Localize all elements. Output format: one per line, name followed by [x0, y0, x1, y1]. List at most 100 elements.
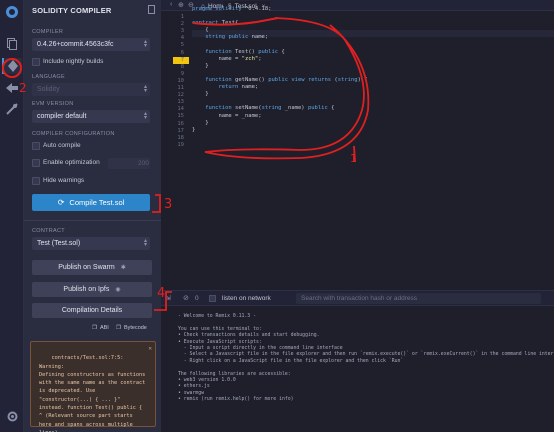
line-number: 5 [180, 42, 184, 49]
close-icon[interactable]: ✕ [148, 345, 152, 353]
line-number: 7 [180, 56, 184, 63]
compiler-version-value: 0.4.26+commit.4563c3fc [37, 41, 114, 48]
line-number: 3 [180, 28, 184, 35]
publish-ipfs-label: Publish on Ipfs [63, 286, 110, 293]
terminal-line: - Input a script directly in the command… [178, 346, 343, 351]
code-line: } [192, 91, 209, 98]
icon-rail [0, 0, 24, 432]
evm-version-label: EVM VERSION [32, 101, 74, 107]
line-number: 11 [177, 85, 184, 91]
terminal-output: - Welcome to Remix 0.11.3 - You can use t… [161, 306, 554, 432]
compilation-details-button[interactable]: Compilation Details [32, 303, 152, 318]
copy-icon: ❐ [92, 325, 97, 331]
warning-text: contracts/Test.sol:7:5: Warning: Definin… [39, 355, 146, 432]
chevron-updown-icon: ▴ ▾ [143, 39, 147, 49]
compilation-details-label: Compilation Details [61, 307, 123, 314]
listen-network-label: listen on network [222, 295, 271, 302]
line-number: 4 [180, 35, 184, 42]
chevron-left-icon[interactable]: ‹ [170, 1, 172, 8]
code-line: contract Test{ [192, 20, 239, 27]
include-nightly-label: Include nightly builds [43, 58, 104, 65]
optimization-runs-input[interactable]: 200 [108, 158, 150, 169]
code-editor[interactable]: pragma solidity ^0.4.18; contract Test{ {… [192, 6, 554, 281]
documentation-icon[interactable] [148, 5, 155, 14]
clear-console-icon[interactable]: ⊘ [183, 294, 189, 302]
chevron-updown-icon: ▴ ▾ [143, 111, 147, 121]
bytecode-label: Bytecode [123, 325, 147, 331]
listen-network-checkbox[interactable] [209, 295, 216, 302]
line-number-gutter: 1 2 3 4 5 6 7 8 9 10 11 12 13 14 15 16 17 18 19 [161, 11, 191, 281]
compile-button-label: Compile Test.sol [69, 198, 125, 207]
hide-warnings-label: Hide warnings [43, 177, 85, 184]
solidity-compiler-icon[interactable] [2, 58, 22, 74]
contract-value: Test (Test.sol) [37, 240, 81, 247]
language-select[interactable]: Solidity ▴ ▾ [32, 83, 150, 96]
code-line: { [192, 27, 209, 34]
zoom-in-icon[interactable]: ⊕ [178, 1, 184, 9]
auto-compile-label: Auto compile [43, 142, 81, 149]
code-line: } [192, 119, 209, 126]
debugger-icon[interactable] [4, 101, 20, 117]
include-nightly-checkbox[interactable] [32, 58, 40, 66]
line-number: 8 [180, 63, 184, 70]
terminal-search-input[interactable]: Search with transaction hash or address [296, 293, 541, 304]
refresh-icon: ⟳ [57, 198, 65, 207]
copy-bytecode-button[interactable]: ❐ Bytecode [116, 325, 147, 331]
divider [24, 220, 161, 221]
publish-ipfs-button[interactable]: Publish on Ipfs ◉ [32, 282, 152, 297]
line-number: 9 [180, 70, 184, 77]
code-line: return name; [218, 84, 259, 91]
terminal-line: - Right click on a JavaScript file in th… [178, 358, 404, 364]
copy-abi-button[interactable]: ❐ ABI [92, 325, 109, 331]
file-explorer-icon[interactable] [4, 36, 20, 52]
line-number: 12 [177, 92, 184, 99]
compiler-panel: SOLIDITY COMPILER COMPILER 0.4.26+commit… [24, 0, 161, 432]
line-number: 16 [177, 120, 184, 127]
line-number: 13 [177, 99, 184, 106]
enable-optimization-label: Enable optimization [43, 159, 100, 166]
line-number: 6 [180, 49, 184, 56]
code-line: name = _name; [192, 112, 262, 119]
evm-version-select[interactable]: compiler default ▴ ▾ [32, 110, 150, 123]
line-number: 19 [177, 141, 184, 148]
terminal-line: • Execute JavaScript scripts: [178, 339, 262, 345]
language-label: LANGUAGE [32, 74, 65, 80]
contract-select[interactable]: Test (Test.sol) ▴ ▾ [32, 237, 150, 250]
line-number: 1 [180, 14, 184, 20]
panel-title: SOLIDITY COMPILER [32, 6, 112, 15]
contract-label: CONTRACT [32, 228, 65, 234]
language-value: Solidity [37, 86, 60, 93]
line-number: 17 [177, 127, 184, 134]
code-line: string public name; [205, 34, 269, 41]
logo-icon[interactable] [4, 4, 20, 20]
line-number: 10 [177, 77, 184, 84]
code-line: name = "zch"; [192, 55, 262, 62]
compiler-version-select[interactable]: 0.4.26+commit.4563c3fc ▴ ▾ [32, 38, 150, 51]
hide-warnings-checkbox[interactable] [32, 177, 40, 185]
auto-compile-checkbox[interactable] [32, 142, 40, 150]
chevron-updown-icon: ▴ ▾ [143, 84, 147, 94]
code-line: } [192, 62, 209, 69]
settings-icon[interactable] [4, 408, 20, 424]
line-number: 14 [177, 106, 184, 113]
publish-swarm-button[interactable]: Publish on Swarm ✱ [32, 260, 152, 275]
terminal-line: • Check transactions details and start d… [178, 333, 320, 339]
code-line: } [192, 126, 196, 133]
terminal-line: • remix (run remix.help() for more info) [178, 397, 294, 403]
terminal-line: The following libraries are accessible: [178, 371, 291, 377]
terminal-line: You can use this terminal to: [178, 326, 262, 332]
line-number: 15 [177, 113, 184, 120]
deploy-icon[interactable] [4, 80, 20, 96]
chevron-updown-icon: ▴ ▾ [143, 238, 147, 248]
code-line: pragma solidity ^0.4.18; [192, 6, 272, 12]
compile-button[interactable]: ⟳ Compile Test.sol [32, 194, 150, 211]
terminal-line: • web3 version 1.0.0 [178, 378, 236, 383]
abi-label: ABI [99, 325, 109, 331]
terminal-line: • ethers.js [178, 384, 210, 390]
line-number: 18 [177, 134, 184, 141]
collapse-terminal-icon[interactable]: ⇲ [165, 294, 171, 302]
enable-optimization-checkbox[interactable] [32, 159, 40, 167]
compiler-config-label: COMPILER CONFIGURATION [32, 131, 115, 137]
terminal-line: - Welcome to Remix 0.11.3 - [178, 314, 256, 319]
line-number: 2 [180, 21, 184, 28]
